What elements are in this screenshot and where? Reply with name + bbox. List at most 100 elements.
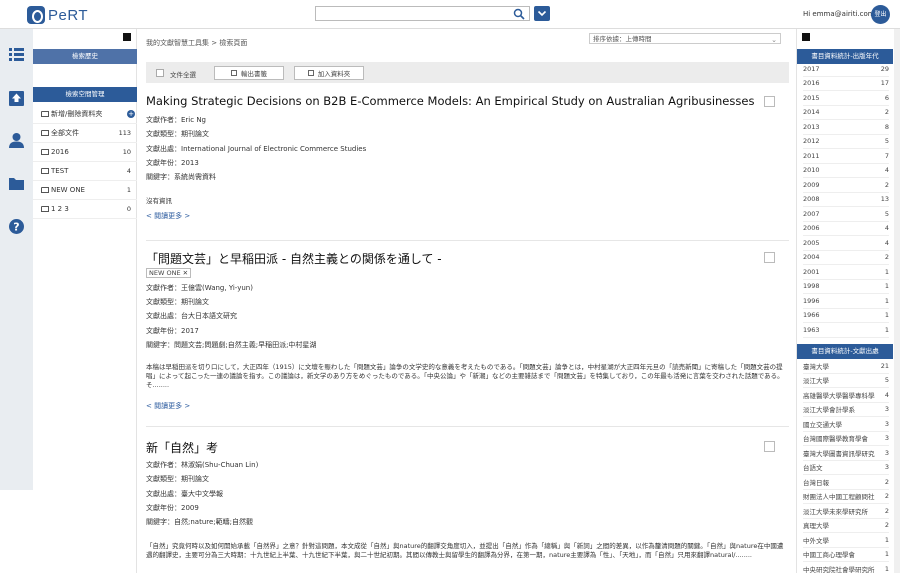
stat-row[interactable]: 2017 29: [803, 62, 889, 77]
stat-label: 台語文: [803, 464, 823, 473]
stat-row[interactable]: 臺灣大學圖書資訊學研究所學 3: [803, 446, 889, 461]
stat-count: 7: [884, 151, 889, 160]
record-keywords: 關鍵字：問題文芸;問題劇;自然主義;早稲田派;中村星湖: [146, 341, 317, 349]
stat-label: 真理大學: [803, 522, 829, 531]
stat-row[interactable]: 2004 2: [803, 251, 889, 265]
record-title[interactable]: 「問題文芸」と早稲田派 - 自然主義との関係を通して -: [146, 250, 789, 267]
source-stats-header[interactable]: 書目資料統計-文獻出處: [797, 344, 893, 359]
record-year: 文獻年份：2013: [146, 159, 199, 167]
user-icon[interactable]: [8, 132, 25, 149]
stat-label: 台灣國際醫學教育學會: [803, 435, 868, 444]
logout-button[interactable]: 登出: [871, 5, 890, 24]
stat-count: 5: [884, 376, 889, 385]
stat-row[interactable]: 1966 1: [803, 309, 889, 323]
read-more-link[interactable]: < 閱讀更多 >: [146, 401, 190, 411]
stat-count: 2: [884, 477, 889, 486]
stat-row[interactable]: 2001 1: [803, 265, 889, 280]
stat-row[interactable]: 2014 2: [803, 106, 889, 120]
stat-count: 1: [884, 282, 889, 291]
record-item: Making Strategic Decisions on B2B E-Comm…: [146, 94, 789, 234]
panel-toggle-icon[interactable]: [123, 33, 131, 41]
stat-row[interactable]: 高雄醫學大學醫學專科學校 4: [803, 388, 889, 403]
stat-row[interactable]: 2010 4: [803, 164, 889, 178]
stat-count: 4: [884, 224, 889, 233]
stat-row[interactable]: 中國工商心理學會 1: [803, 548, 889, 562]
stat-row[interactable]: 1963 1: [803, 323, 889, 338]
stat-row[interactable]: 真理大學 2: [803, 519, 889, 533]
breadcrumb[interactable]: 我的文獻智慧工具集 > 檢索頁面: [146, 38, 247, 48]
stat-row[interactable]: 2007 5: [803, 207, 889, 222]
stat-row[interactable]: 2012 5: [803, 135, 889, 149]
stat-row[interactable]: 臺灣大學 21: [803, 359, 889, 374]
search-input[interactable]: [315, 6, 530, 21]
search-options-button[interactable]: [534, 6, 550, 21]
stat-row[interactable]: 2005 4: [803, 236, 889, 251]
stat-row[interactable]: 2009 2: [803, 178, 889, 193]
stat-row[interactable]: 2015 6: [803, 91, 889, 106]
export-bookmark-button[interactable]: 輸出書籤: [214, 66, 284, 80]
folder-tag[interactable]: NEW ONE ✕: [146, 268, 192, 278]
stat-row[interactable]: 2016 17: [803, 77, 889, 91]
search-icon[interactable]: [513, 8, 525, 20]
stat-row[interactable]: 淡江大學會計學系 3: [803, 403, 889, 417]
record-title[interactable]: Making Strategic Decisions on B2B E-Comm…: [146, 94, 789, 108]
folder-item-all[interactable]: 全部文件 113: [33, 124, 137, 143]
external-link-icon: [231, 70, 237, 76]
record-title[interactable]: 新「自然」考: [146, 439, 789, 456]
stat-row[interactable]: 淡江大學 5: [803, 374, 889, 388]
record-checkbox[interactable]: [764, 252, 775, 263]
stat-row[interactable]: 2008 13: [803, 193, 889, 207]
add-folder-icon[interactable]: +: [127, 110, 135, 118]
folder-count: 113: [118, 129, 131, 137]
folder-item-123[interactable]: 1 2 3 0: [33, 200, 137, 219]
export-label: 輸出書籤: [241, 70, 267, 78]
folder-add-delete[interactable]: 新增/刪除資料夾 +: [33, 105, 137, 124]
select-all-label: 文件全選: [170, 71, 196, 79]
scrollbar[interactable]: [894, 29, 900, 573]
stat-label: 中外文學: [803, 536, 829, 545]
stat-count: 2: [884, 506, 889, 515]
sort-select[interactable]: 排序依據：上傳時間 ⌄: [589, 33, 781, 44]
icon-rail: ?: [0, 29, 33, 490]
stat-row[interactable]: 2013 8: [803, 120, 889, 135]
stat-row[interactable]: 淡江大學未來學研究所 2: [803, 504, 889, 519]
search-history-button[interactable]: 檢索歷史: [33, 49, 137, 64]
help-icon[interactable]: ?: [8, 218, 25, 235]
stat-label: 1998: [803, 282, 820, 291]
folder-icon[interactable]: [8, 175, 25, 192]
stat-row[interactable]: 台語文 3: [803, 461, 889, 475]
app-logo[interactable]: PeRT: [27, 5, 88, 25]
stat-row[interactable]: 國立交通大學 3: [803, 417, 889, 432]
record-checkbox[interactable]: [764, 96, 775, 107]
record-checkbox[interactable]: [764, 441, 775, 452]
stat-count: 2: [884, 521, 889, 530]
close-icon[interactable]: ✕: [183, 269, 188, 277]
folder-item-2016[interactable]: 2016 10: [33, 143, 137, 162]
stat-row[interactable]: 1996 1: [803, 294, 889, 309]
stat-count: 2: [884, 253, 889, 262]
upload-icon[interactable]: [8, 90, 25, 107]
stat-row[interactable]: 中外文學 1: [803, 533, 889, 548]
select-all-checkbox[interactable]: [156, 69, 164, 77]
stat-row[interactable]: 台灣國際醫學教育學會 3: [803, 432, 889, 446]
list-icon[interactable]: [8, 46, 25, 63]
add-to-folder-button[interactable]: 加入資料夾: [294, 66, 364, 80]
stat-label: 財團法人中國工程顧問社: [803, 493, 875, 502]
stat-row[interactable]: 2011 7: [803, 149, 889, 164]
record-item: 「問題文芸」と早稲田派 - 自然主義との関係を通して - NEW ONE ✕ 文…: [146, 250, 789, 420]
tag-label: NEW ONE: [149, 269, 181, 277]
stat-row[interactable]: 財團法人中國工程顧問社 2: [803, 490, 889, 504]
stat-count: 2: [884, 108, 889, 117]
folder-label: TEST: [51, 167, 69, 175]
chevron-down-icon: [537, 10, 547, 17]
folder-item-new-one[interactable]: NEW ONE 1: [33, 181, 137, 200]
folder-item-test[interactable]: TEST 4: [33, 162, 137, 181]
stat-row[interactable]: 中央研究院社會學研究所 1: [803, 562, 889, 573]
stat-row[interactable]: 台灣日報 2: [803, 475, 889, 490]
stat-row[interactable]: 1998 1: [803, 280, 889, 294]
stat-row[interactable]: 2006 4: [803, 222, 889, 236]
read-more-link[interactable]: < 閱讀更多 >: [146, 211, 190, 221]
stat-count: 2: [884, 180, 889, 189]
folder-manage-header[interactable]: 檢索空間管理: [33, 87, 137, 102]
panel-toggle-icon[interactable]: [802, 33, 810, 41]
